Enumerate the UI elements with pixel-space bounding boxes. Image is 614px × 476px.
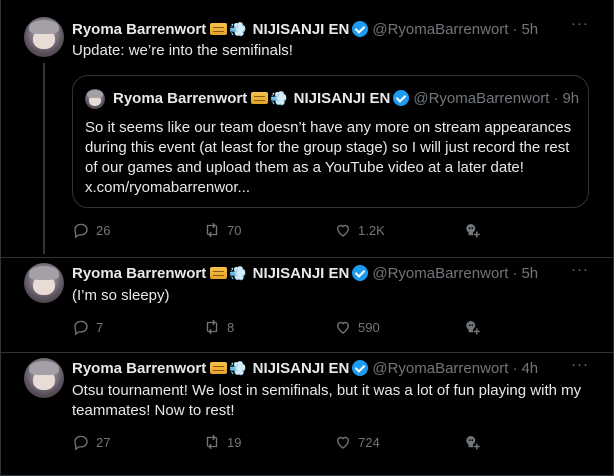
repost-count: 8 (227, 319, 235, 335)
tweet-actions: 27 19 724 (72, 433, 592, 453)
verified-badge-icon[interactable] (352, 21, 369, 37)
grok-icon (466, 321, 480, 335)
more-icon[interactable]: ··· (570, 357, 590, 378)
author-handle: @RyomaBarrenwort (413, 89, 550, 107)
grok-icon (466, 436, 480, 450)
verified-badge-icon (393, 90, 410, 106)
author-name[interactable]: Ryoma Barrenwort (72, 21, 206, 38)
divider (0, 257, 614, 258)
repost-icon (206, 319, 218, 335)
repost-count: 19 (227, 434, 242, 450)
tweet-1[interactable]: Ryoma Barrenwort 💨 NIJISANJI EN @RyomaBa… (0, 0, 614, 257)
verified-badge-icon[interactable] (352, 360, 369, 376)
reply-count: 7 (96, 319, 104, 335)
like-icon (337, 436, 349, 449)
tweet-header: Ryoma Barrenwort 💨 NIJISANJI EN @RyomaBa… (72, 358, 538, 378)
tweet-time[interactable]: 5h (521, 265, 538, 282)
quote-header: Ryoma Barrenwort 💨 NIJISANJI EN @RyomaBa… (113, 88, 579, 108)
reply-count: 26 (96, 222, 111, 238)
author-name[interactable]: Ryoma Barrenwort (72, 360, 206, 377)
credit-card-emoji (210, 267, 228, 279)
repost-button[interactable]: 19 (203, 433, 241, 451)
tweet-text: Otsu tournament! We lost in semifinals, … (72, 382, 582, 419)
like-button[interactable]: 1.2K (334, 221, 385, 239)
thread-line (43, 63, 45, 254)
tweet-3[interactable]: Ryoma Barrenwort 💨 NIJISANJI EN @RyomaBa… (0, 353, 614, 476)
verified-badge-icon[interactable] (352, 265, 369, 281)
credit-card-emoji (210, 23, 228, 35)
credit-card-emoji (251, 92, 269, 104)
tweet-header: Ryoma Barrenwort 💨 NIJISANJI EN @RyomaBa… (72, 263, 538, 283)
tweet-time[interactable]: 5h (521, 21, 538, 38)
tweet-actions: 7 8 590 (72, 318, 592, 338)
like-icon (337, 224, 349, 237)
like-count: 1.2K (358, 222, 385, 238)
author-handle[interactable]: @RyomaBarrenwort (372, 360, 508, 377)
author-org[interactable]: NIJISANJI EN (253, 265, 350, 282)
avatar[interactable] (24, 263, 64, 303)
quoted-tweet[interactable]: Ryoma Barrenwort 💨 NIJISANJI EN @RyomaBa… (72, 75, 589, 208)
avatar[interactable] (24, 358, 64, 398)
avatar[interactable] (24, 17, 64, 57)
tweet-text: (I’m so sleepy) (72, 287, 170, 304)
quote-text: So it seems like our team doesn’t have a… (85, 119, 572, 196)
reply-icon (74, 320, 88, 336)
separator: · (553, 89, 559, 107)
grok-button[interactable] (464, 221, 488, 239)
grok-icon (466, 224, 480, 238)
like-count: 590 (358, 319, 380, 335)
author-name[interactable]: Ryoma Barrenwort (72, 265, 206, 282)
separator: · (512, 20, 518, 38)
author-handle[interactable]: @RyomaBarrenwort (372, 265, 508, 282)
reply-icon (74, 435, 88, 451)
repost-icon (206, 434, 218, 450)
tweet-2[interactable]: Ryoma Barrenwort 💨 NIJISANJI EN @RyomaBa… (0, 258, 614, 352)
dashing-away-emoji: 💨 (229, 20, 247, 37)
grok-button[interactable] (464, 318, 488, 336)
repost-button[interactable]: 8 (203, 318, 234, 336)
divider (0, 352, 614, 353)
dashing-away-emoji: 💨 (229, 264, 247, 281)
author-org: NIJISANJI EN (293, 89, 391, 107)
author-name: Ryoma Barrenwort (113, 89, 248, 107)
tweet-time[interactable]: 4h (521, 360, 538, 377)
author-org[interactable]: NIJISANJI EN (253, 360, 350, 377)
repost-button[interactable]: 70 (203, 221, 241, 239)
more-icon[interactable]: ··· (570, 262, 590, 283)
tweet-text: Update: we’re into the semifinals! (72, 42, 293, 59)
like-icon (337, 321, 349, 334)
avatar[interactable] (85, 89, 105, 109)
dashing-away-emoji: 💨 (229, 359, 247, 376)
more-icon[interactable]: ··· (570, 16, 590, 37)
author-org[interactable]: NIJISANJI EN (253, 21, 350, 38)
author-handle[interactable]: @RyomaBarrenwort (372, 21, 508, 38)
repost-count: 70 (227, 222, 242, 238)
repost-icon (206, 222, 218, 238)
reply-icon (74, 223, 88, 239)
dashing-away-emoji: 💨 (270, 89, 288, 106)
quote-time: 9h (562, 89, 580, 107)
separator: · (512, 264, 518, 282)
grok-button[interactable] (464, 433, 488, 451)
tweet-actions: 26 70 1.2K (72, 221, 592, 241)
tweet-header: Ryoma Barrenwort 💨 NIJISANJI EN @RyomaBa… (72, 19, 538, 39)
like-button[interactable]: 590 (334, 318, 380, 336)
reply-button[interactable]: 7 (72, 318, 103, 336)
credit-card-emoji (210, 362, 228, 374)
reply-button[interactable]: 26 (72, 221, 110, 239)
like-button[interactable]: 724 (334, 433, 380, 451)
separator: · (512, 359, 518, 377)
like-count: 724 (358, 434, 380, 450)
reply-button[interactable]: 27 (72, 433, 110, 451)
reply-count: 27 (96, 434, 111, 450)
